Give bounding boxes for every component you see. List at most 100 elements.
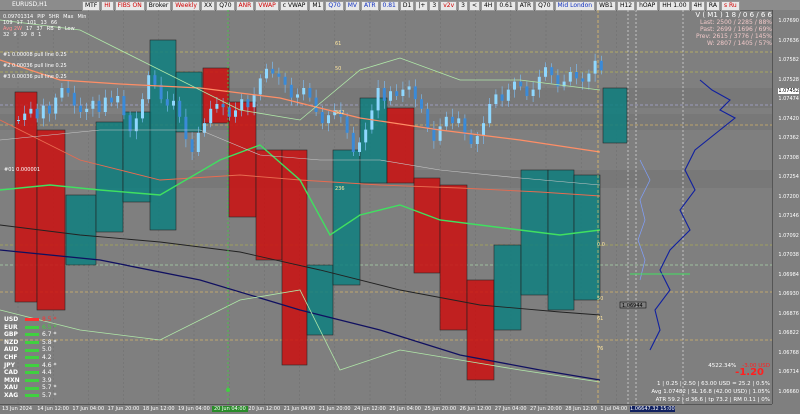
price-chart[interactable]: 61503822360.05061761.06944 <box>0 10 772 404</box>
time-tick: 27 Jun 04:00 <box>494 406 527 412</box>
price-tick: 1.07474 <box>778 96 799 102</box>
candle-body <box>314 97 318 112</box>
time-tick: 26 Jun 12:00 <box>459 406 492 412</box>
candle-body <box>351 132 355 152</box>
price-tick: 1.07092 <box>778 232 799 239</box>
session-box <box>573 174 601 301</box>
candle-body <box>531 89 535 96</box>
strength-value: 5.7 * <box>42 391 57 399</box>
time-tick: 28 Jun 12:00 <box>565 406 597 412</box>
candle-body <box>103 97 107 112</box>
time-tick: 1 Jul 04:00 <box>600 406 628 412</box>
ma-label: #2 0.00036 pull line 0.25 <box>3 63 67 69</box>
strength-bar <box>25 371 39 375</box>
session-box <box>386 107 415 184</box>
strength-value: 8.5 * <box>42 316 57 323</box>
strength-bar <box>25 386 39 390</box>
candle-body <box>457 118 461 124</box>
candle-body <box>209 108 213 124</box>
candle-body <box>426 108 430 128</box>
price-axis[interactable]: 1.07690 1.07636 1.07582 1.07528 1.07474 1.074… <box>772 10 800 404</box>
candle-body <box>327 115 330 124</box>
time-tick: 18 Jun 12:00 <box>142 406 175 412</box>
fib-label: 0.0 <box>597 242 605 248</box>
session-box <box>359 97 388 184</box>
strength-currency: CHF <box>4 353 18 361</box>
strength-value: 4.6 * <box>42 361 57 369</box>
price-tick: 1.06822 <box>778 330 799 336</box>
candle-body <box>364 129 368 143</box>
session-box <box>255 149 283 261</box>
candle-body <box>519 81 523 87</box>
info-cell: 1 <box>38 32 42 38</box>
window-title: EURUSD,H1 <box>12 1 48 8</box>
info-table: 0.09701314 PIP 5HR Max Min 109 17 101 13 66 Avg 2W… <box>3 14 86 38</box>
cursor-dot <box>226 388 230 392</box>
candle-body <box>159 84 163 100</box>
strength-value: 5.7 * <box>42 384 57 392</box>
session-box <box>202 67 230 124</box>
info-cell: Low <box>64 26 75 32</box>
candle-body <box>277 73 281 77</box>
info-cell: RB <box>46 26 54 32</box>
time-tick: 24 Jun 12:00 <box>354 406 386 412</box>
strength-row-jpy: JPY 4.6 * <box>4 362 56 370</box>
time-tick: 13 Jun 2024 <box>2 406 33 412</box>
ma-label: #3 0.00036 pull line 0.25 <box>3 74 67 80</box>
time-axis[interactable]: 13 Jun 2024 14 Jun 12:00 17 Jun 04:00 17 Ju… <box>0 404 772 414</box>
candle-body <box>407 86 411 90</box>
trade-stats: 4522.34% -3.00 USD -1.20 1 | 0.25 | 2.50 … <box>608 362 770 404</box>
candle-body <box>165 99 169 106</box>
strength-currency: NZD <box>4 338 19 346</box>
candle-body <box>60 88 64 98</box>
session-box <box>149 39 177 231</box>
price-tick: 1.07690 <box>778 18 799 24</box>
strength-currency: JPY <box>4 361 15 369</box>
fib-label: 50 <box>335 66 341 72</box>
candle-body <box>283 76 287 85</box>
price-tick: 1.07420 <box>778 115 799 122</box>
candle-body <box>537 76 541 90</box>
stats-line-2: Avg 1.07482 | SL 16.8 (42.00 USD) | 1.05… <box>651 389 770 395</box>
candle-body <box>252 94 256 108</box>
candle-body <box>550 67 554 76</box>
time-tick: 21 Jun 04:00 <box>283 406 316 412</box>
candle-body <box>141 99 144 119</box>
fib-label: 50 <box>597 296 603 302</box>
info-cell: 8 <box>30 32 35 38</box>
profit-big: -1.20 <box>735 367 764 378</box>
time-tick: 17 Jun 20:00 <box>107 406 140 412</box>
candle-body <box>475 136 479 144</box>
strength-currency: USD <box>4 316 19 323</box>
time-tick: 20 Jun 12:00 <box>248 406 281 412</box>
candle-body <box>240 99 244 111</box>
candle-body <box>66 88 70 93</box>
strength-currency: MXN <box>4 376 20 384</box>
session-box <box>65 194 97 266</box>
candle-body <box>593 60 597 74</box>
strength-currency: CAD <box>4 369 19 377</box>
candle-body <box>128 115 132 132</box>
price-tick: 1.07308 <box>778 154 799 161</box>
session-box <box>281 149 308 366</box>
candle-body <box>85 108 89 112</box>
candle-body <box>320 112 324 124</box>
candle-body <box>258 78 262 95</box>
info-cell: Min <box>77 14 87 20</box>
candle-body <box>482 123 485 136</box>
info-cell: 9 <box>13 32 17 38</box>
volume-line: Past: 2699 / 1696 / 69% <box>700 26 772 33</box>
current-price-tag: 1.07452 <box>778 88 799 94</box>
strength-value: 4.4 <box>42 369 52 377</box>
strength-currency: GBP <box>4 331 18 339</box>
session-box <box>547 169 575 311</box>
candle-body <box>376 88 380 111</box>
candle-body <box>500 94 504 101</box>
candle-body <box>401 89 405 96</box>
price-tick: 1.06660 <box>778 388 799 395</box>
chart-window: EURUSD,H1 MTF HI FIBS ON Broker Weekly XX Q70 A… <box>0 0 800 414</box>
currency-strength-panel: USD 8.5 * EUR 6.5 * GBP 6.7 * NZD 5.8 * AUD 5.0 CH… <box>4 316 56 400</box>
candle-body <box>178 100 182 117</box>
info-cell: Max <box>63 14 74 20</box>
candle-body <box>513 81 516 90</box>
